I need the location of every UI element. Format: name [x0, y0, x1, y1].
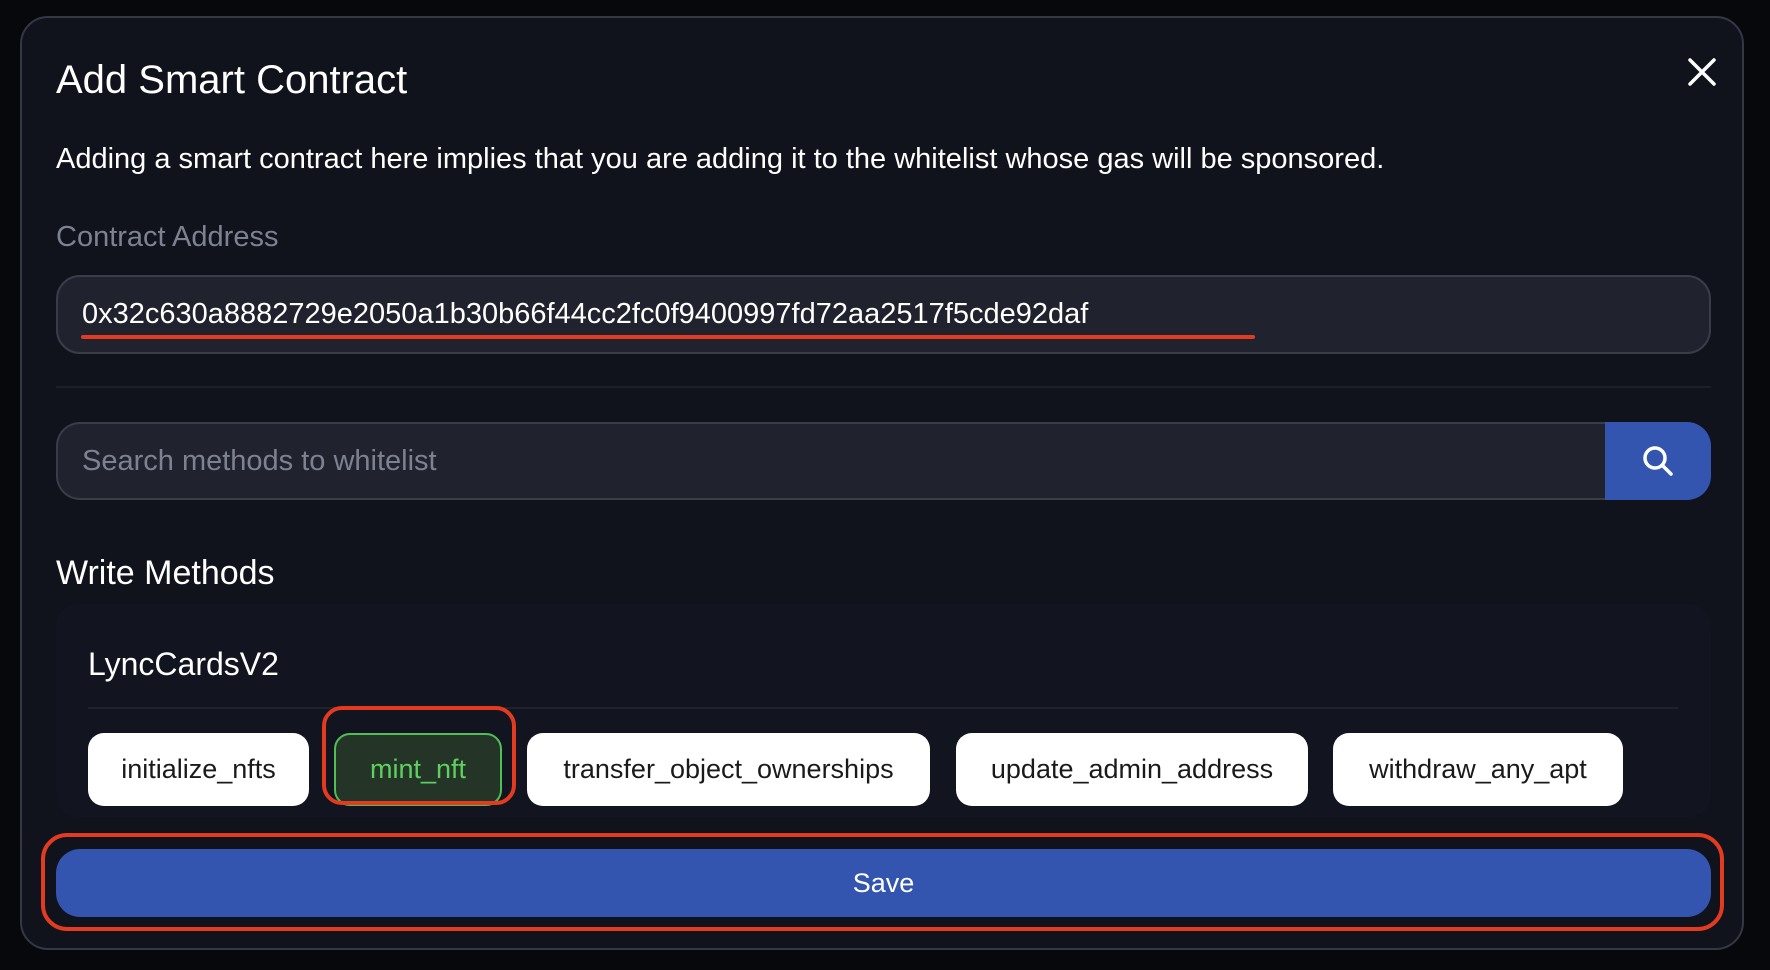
method-label: update_admin_address [990, 754, 1274, 784]
write-methods-heading: Write Methods [56, 554, 275, 592]
add-smart-contract-modal: Add Smart Contract Adding a smart contra… [20, 16, 1744, 950]
method-search: Search methods to whitelist [56, 422, 1711, 500]
contract-address-label: Contract Address [56, 221, 279, 253]
contract-address-value: 0x32c630a8882729e2050a1b30b66f44cc2fc0f9… [82, 298, 1089, 330]
card-divider [88, 707, 1678, 709]
modal-title: Add Smart Contract [56, 58, 408, 102]
method-chip-withdraw-any-apt[interactable]: withdraw_any_apt [1333, 733, 1623, 806]
contract-methods-card: LyncCardsV2 initialize_nfts mint_nft tra… [56, 604, 1711, 817]
modal-description: Adding a smart contract here implies tha… [56, 143, 1385, 175]
search-icon [1643, 446, 1673, 476]
contract-name: LyncCardsV2 [88, 646, 279, 682]
close-icon[interactable] [1684, 54, 1720, 90]
search-placeholder: Search methods to whitelist [82, 444, 437, 477]
method-label: withdraw_any_apt [1369, 754, 1587, 784]
method-chip-update-admin-address[interactable]: update_admin_address [956, 733, 1308, 806]
search-input[interactable]: Search methods to whitelist [56, 422, 1605, 500]
mint-nft-highlight [322, 706, 516, 805]
save-highlight [41, 833, 1724, 931]
method-label: initialize_nfts [121, 754, 276, 784]
divider [56, 386, 1711, 388]
method-chip-transfer-object-ownerships[interactable]: transfer_object_ownerships [527, 733, 930, 806]
contract-address-input[interactable]: 0x32c630a8882729e2050a1b30b66f44cc2fc0f9… [56, 275, 1711, 354]
method-chip-initialize-nfts[interactable]: initialize_nfts [88, 733, 309, 806]
search-button[interactable] [1605, 422, 1711, 500]
method-label: transfer_object_ownerships [563, 754, 894, 784]
address-annotation-underline [81, 335, 1255, 339]
